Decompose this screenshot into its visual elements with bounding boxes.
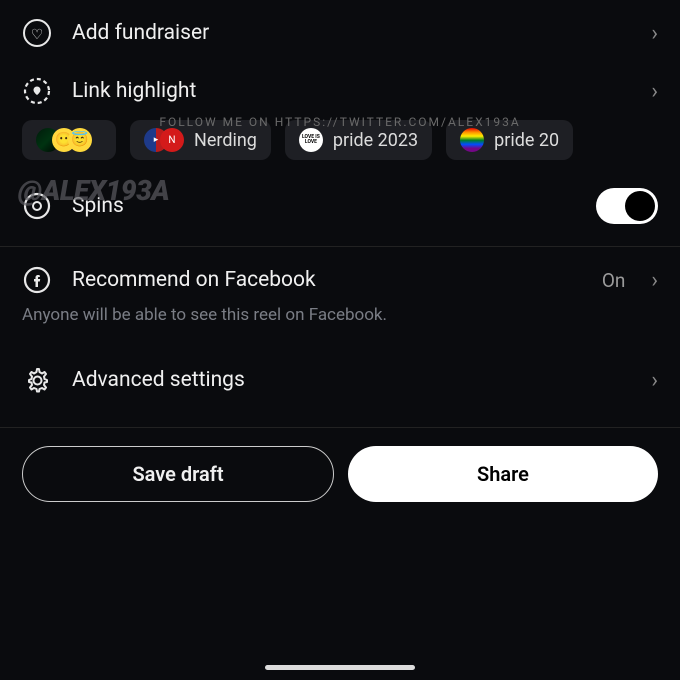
- chip-label: pride 20: [494, 130, 559, 151]
- link-highlight-icon: [22, 76, 52, 106]
- save-draft-label: Save draft: [132, 462, 223, 486]
- fundraiser-icon: [22, 18, 52, 48]
- home-indicator[interactable]: [265, 665, 415, 670]
- spins-icon: [22, 191, 52, 221]
- spins-toggle[interactable]: [596, 188, 658, 224]
- watermark-top: FOLLOW ME ON HTTPS://TWITTER.COM/ALEX193…: [159, 115, 520, 129]
- chip-avatars: ▸ N: [144, 128, 184, 152]
- chevron-right-icon: ›: [651, 368, 658, 393]
- add-fundraiser-label: Add fundraiser: [72, 21, 631, 45]
- save-draft-button[interactable]: Save draft: [22, 446, 334, 502]
- avatar-icon: LOVE IS LOVE: [299, 128, 323, 152]
- gear-icon: [22, 365, 52, 395]
- link-highlight-row[interactable]: Link highlight ›: [0, 66, 680, 116]
- chip-avatars: 😶 😇: [36, 128, 92, 152]
- chip-label: pride 2023: [333, 130, 418, 151]
- recommend-facebook-value: On: [602, 269, 626, 292]
- spins-row: @ALEX193A Spins: [0, 174, 680, 246]
- chip-label: Nerding: [194, 130, 257, 151]
- recommend-facebook-label: Recommend on Facebook: [72, 268, 582, 292]
- advanced-settings-label: Advanced settings: [72, 368, 631, 392]
- link-highlight-label: Link highlight: [72, 79, 631, 103]
- chevron-right-icon: ›: [651, 79, 658, 104]
- add-fundraiser-row[interactable]: Add fundraiser ›: [0, 0, 680, 66]
- share-button[interactable]: Share: [348, 446, 658, 502]
- facebook-icon: [22, 265, 52, 295]
- chip-avatars: LOVE IS LOVE: [299, 128, 323, 152]
- toggle-knob: [625, 191, 655, 221]
- chip-avatars: [460, 128, 484, 152]
- advanced-settings-row[interactable]: Advanced settings ›: [0, 347, 680, 413]
- avatar-icon: 😇: [68, 128, 92, 152]
- recommend-facebook-subtitle: Anyone will be able to see this reel on …: [0, 305, 680, 347]
- recommend-facebook-row[interactable]: Recommend on Facebook On ›: [0, 247, 680, 313]
- avatar-icon: N: [160, 128, 184, 152]
- avatar-icon: [460, 128, 484, 152]
- chevron-right-icon: ›: [651, 21, 658, 46]
- chevron-right-icon: ›: [651, 268, 658, 293]
- button-bar: Save draft Share: [0, 428, 680, 520]
- spins-label: Spins: [72, 194, 576, 218]
- share-label: Share: [477, 462, 529, 486]
- highlight-chip[interactable]: 😶 😇: [22, 120, 116, 160]
